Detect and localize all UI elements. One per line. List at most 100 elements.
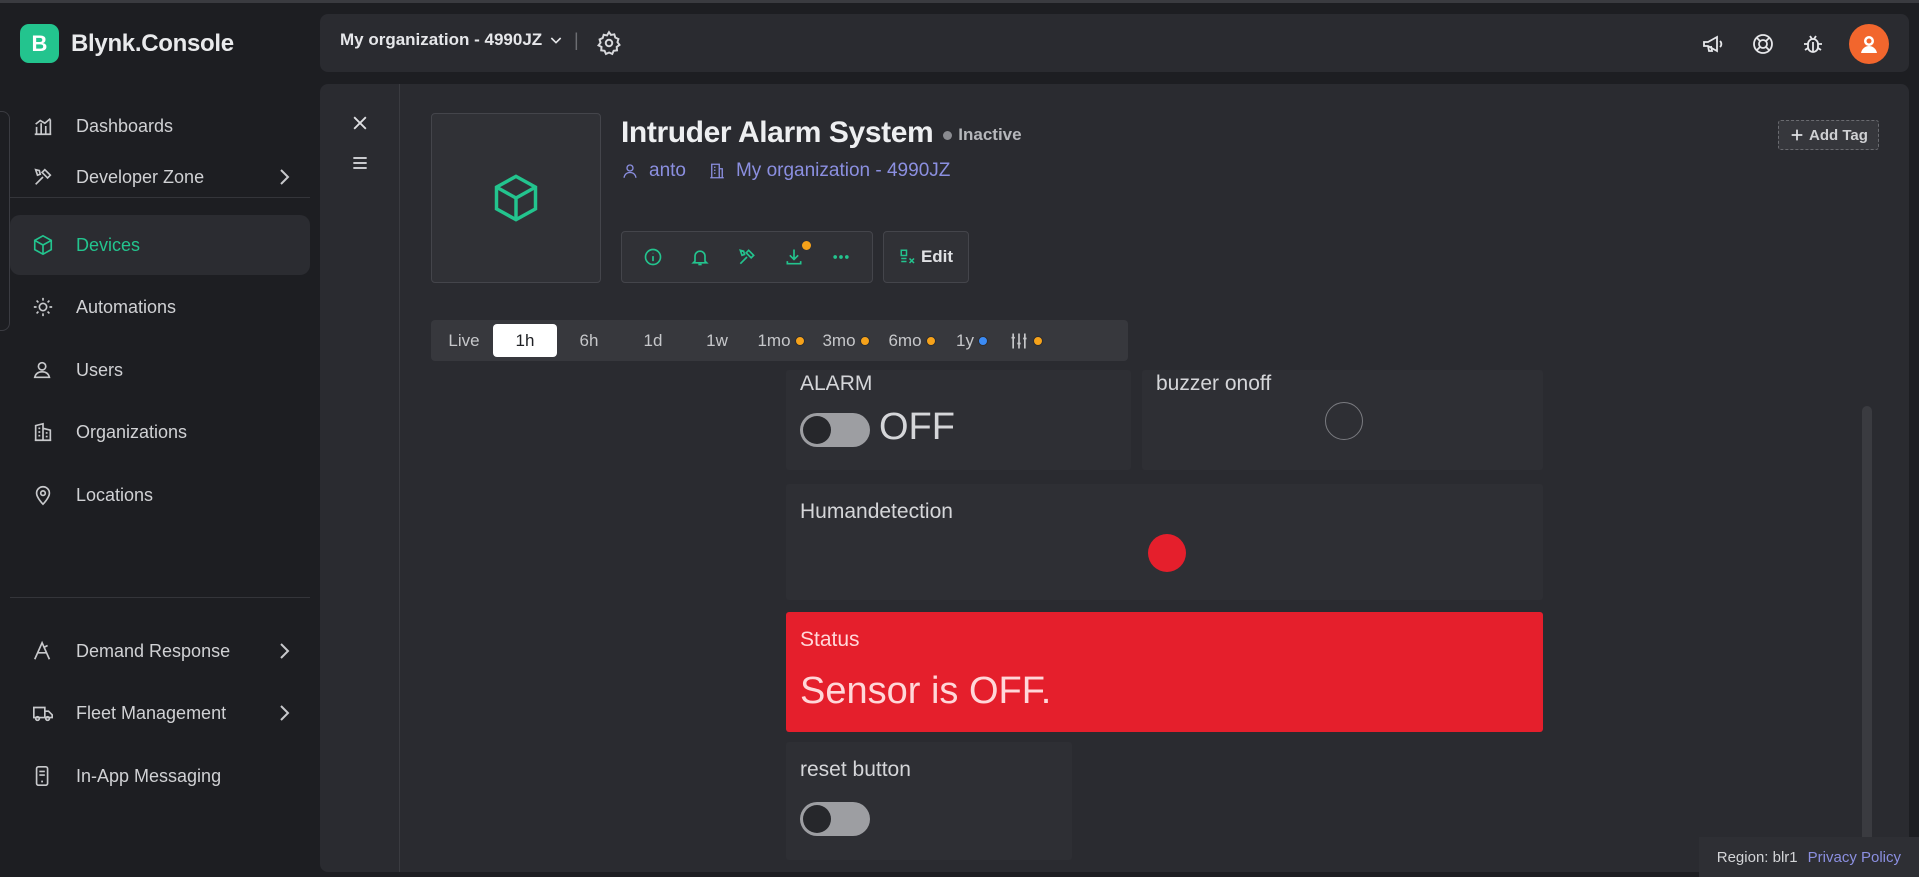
panel-rail <box>320 84 400 872</box>
panel-scrollbar[interactable] <box>1862 406 1872 846</box>
sidebar-item-label: Automations <box>76 296 177 317</box>
premium-dot <box>794 335 805 346</box>
device-org: My organization - 4990JZ <box>735 160 951 181</box>
edit-button[interactable]: Edit <box>883 231 969 283</box>
sidebar-item-label: Dashboards <box>76 115 174 136</box>
time-range-selector: Live 1h 6h 1d 1w 1mo 3mo 6mo 1y <box>431 320 1128 361</box>
sidebar-item-locations[interactable]: Locations <box>10 465 310 525</box>
sidebar-divider <box>10 597 310 598</box>
edit-label: Edit <box>920 247 954 266</box>
add-tag-button[interactable]: Add Tag <box>1778 120 1879 150</box>
user-avatar[interactable] <box>1849 24 1889 64</box>
widget-label: Humandetection <box>800 500 953 523</box>
range-3mo[interactable]: 3mo <box>813 324 879 357</box>
widget-label: Status <box>800 628 860 651</box>
range-custom[interactable] <box>999 324 1053 357</box>
sidebar-item-users[interactable]: Users <box>10 340 310 400</box>
device-owner-link[interactable]: anto <box>621 160 686 182</box>
sidebar-item-developer-zone[interactable]: Developer Zone <box>10 147 310 207</box>
range-live[interactable]: Live <box>435 324 493 357</box>
app-logo[interactable]: B Blynk.Console <box>20 24 234 63</box>
switch-knob <box>803 805 831 833</box>
gear-icon[interactable] <box>596 30 622 56</box>
more-icon[interactable] <box>828 244 854 270</box>
download-icon[interactable] <box>781 241 811 270</box>
sidebar-item-label: Demand Response <box>76 640 231 661</box>
premium-dot <box>977 335 988 346</box>
device-action-toolbar <box>621 231 873 283</box>
device-thumbnail[interactable] <box>431 113 601 283</box>
widget-alarm: ALARM OFF <box>786 370 1131 470</box>
widget-humandetection: Humandetection <box>786 484 1543 600</box>
chevron-right-icon <box>280 705 290 721</box>
locations-icon <box>30 482 56 508</box>
widget-label: buzzer onoff <box>1156 372 1272 395</box>
sidebar-item-organizations[interactable]: Organizations <box>10 402 310 462</box>
sidebar-item-fleet-management[interactable]: Fleet Management <box>10 683 310 743</box>
range-label: 6mo <box>888 330 922 350</box>
devices-icon <box>30 232 56 258</box>
range-1y[interactable]: 1y <box>945 324 999 357</box>
alarm-switch[interactable] <box>800 413 870 447</box>
chevron-right-icon <box>280 643 290 659</box>
range-label: 1mo <box>757 330 791 350</box>
demand-response-icon <box>30 638 56 664</box>
menu-icon[interactable] <box>347 150 373 176</box>
header-actions <box>1699 24 1889 64</box>
sidebar-item-automations[interactable]: Automations <box>10 277 310 337</box>
sidebar-item-in-app-messaging[interactable]: In-App Messaging <box>10 746 310 806</box>
widget-reset-button: reset button <box>786 742 1072 860</box>
device-org-link[interactable]: My organization - 4990JZ <box>708 160 950 182</box>
sidebar-item-label: In-App Messaging <box>76 765 222 786</box>
sidebar-item-label: Developer Zone <box>76 166 205 187</box>
dashboards-icon <box>30 113 56 139</box>
device-meta: anto My organization - 4990JZ <box>621 160 950 182</box>
privacy-policy-link[interactable]: Privacy Policy <box>1808 849 1901 866</box>
bug-report-icon[interactable] <box>1799 30 1827 58</box>
chevron-right-icon <box>280 169 290 185</box>
range-label: 3mo <box>822 330 856 350</box>
notifications-bell-icon[interactable] <box>687 244 713 270</box>
range-6mo[interactable]: 6mo <box>879 324 945 357</box>
close-icon[interactable] <box>347 110 373 136</box>
sidebar-item-demand-response[interactable]: Demand Response <box>10 621 310 681</box>
org-selector[interactable]: My organization - 4990JZ <box>340 30 564 50</box>
add-tag-label: Add Tag <box>1809 126 1868 144</box>
sidebar-item-devices[interactable]: Devices <box>10 215 310 275</box>
widget-buzzer-onoff: buzzer onoff <box>1142 370 1543 470</box>
device-cube-icon <box>494 174 538 222</box>
human-detection-led <box>1148 534 1186 572</box>
widget-label: reset button <box>800 758 911 781</box>
range-6h[interactable]: 6h <box>557 324 621 357</box>
sidebar-scroll-indicator <box>0 111 10 331</box>
reset-switch[interactable] <box>800 802 870 836</box>
automations-icon <box>30 294 56 320</box>
widget-label: ALARM <box>800 372 873 395</box>
buzzer-led <box>1325 402 1363 440</box>
premium-dot <box>925 335 936 346</box>
device-name: Intruder Alarm System <box>621 116 934 149</box>
sidebar: B Blynk.Console Dashboards Developer Zon… <box>0 3 320 877</box>
range-1h[interactable]: 1h <box>493 324 557 357</box>
announcement-icon[interactable] <box>1699 30 1727 58</box>
edit-dashboard-icon <box>900 249 915 264</box>
info-icon[interactable] <box>640 244 666 270</box>
notification-dot <box>801 241 811 250</box>
range-1mo[interactable]: 1mo <box>749 324 813 357</box>
tools-icon[interactable] <box>734 244 760 270</box>
footer: Region: blr1 Privacy Policy <box>1698 837 1919 877</box>
header-separator: | <box>574 30 579 50</box>
device-header: Intruder Alarm System Inactive <box>621 116 1022 150</box>
user-icon <box>623 164 637 178</box>
developer-zone-icon <box>30 164 56 190</box>
organization-icon <box>710 163 724 179</box>
range-1d[interactable]: 1d <box>621 324 685 357</box>
help-lifebuoy-icon[interactable] <box>1749 30 1777 58</box>
device-owner: anto <box>649 160 686 181</box>
range-1w[interactable]: 1w <box>685 324 749 357</box>
sidebar-divider <box>10 197 310 198</box>
sidebar-item-label: Fleet Management <box>76 702 227 723</box>
sidebar-item-label: Devices <box>76 234 141 255</box>
organizations-icon <box>30 419 56 445</box>
sliders-icon <box>1011 333 1027 348</box>
